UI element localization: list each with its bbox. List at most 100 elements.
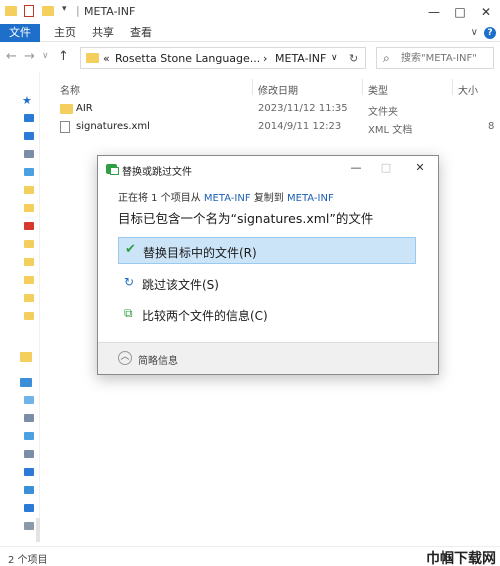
copy-line-middle: 复制到	[253, 193, 284, 204]
recent-locations-icon[interactable]: ∨	[42, 51, 49, 61]
search-box[interactable]: ⌕	[376, 47, 494, 69]
breadcrumb-parent[interactable]: Rosetta Stone Language...	[115, 52, 260, 65]
this-pc-icon[interactable]	[20, 378, 32, 387]
folder-icon	[5, 6, 17, 16]
objects-3d-icon[interactable]	[24, 396, 34, 404]
properties-icon[interactable]	[24, 5, 34, 17]
help-icon[interactable]: ?	[484, 27, 496, 39]
breadcrumb-separator[interactable]: ›	[263, 52, 267, 65]
source-folder-link[interactable]: META-INF	[204, 193, 251, 204]
up-button[interactable]: ↑	[58, 49, 69, 64]
title-separator: |	[76, 4, 80, 17]
downloads-icon[interactable]	[24, 132, 34, 140]
file-name: AIR	[76, 103, 93, 114]
column-separator[interactable]	[362, 79, 363, 95]
refresh-icon[interactable]: ↻	[349, 52, 358, 65]
check-icon: ✔	[125, 242, 136, 257]
file-type: XML 文档	[368, 125, 413, 136]
videos-icon[interactable]	[24, 414, 34, 422]
address-dropdown-icon[interactable]: ∨	[331, 53, 338, 63]
column-separator[interactable]	[252, 79, 253, 95]
xml-file-icon	[60, 121, 70, 133]
copy-progress-line: 正在将 1 个项目从 META-INF 复制到 META-INF	[118, 189, 334, 204]
tab-file[interactable]: 文件	[0, 24, 40, 42]
search-input[interactable]	[401, 51, 491, 66]
option-label: 比较两个文件的信息(C)	[142, 309, 268, 323]
quick-access-dropdown-icon[interactable]: ▾	[62, 4, 67, 18]
folder-icon[interactable]	[24, 276, 34, 284]
folder-icon[interactable]	[24, 240, 34, 248]
forward-button[interactable]: →	[24, 49, 35, 64]
documents-icon[interactable]	[24, 150, 34, 158]
fewer-details-link[interactable]: 简略信息	[138, 352, 178, 367]
close-button[interactable]: ✕	[472, 0, 500, 24]
folder-icon[interactable]	[24, 258, 34, 266]
column-header-date[interactable]: 修改日期	[258, 82, 298, 97]
title-bar: ▾ | META-INF — □ ✕	[0, 0, 500, 24]
column-header-type[interactable]: 类型	[368, 82, 388, 97]
address-bar[interactable]: « Rosetta Stone Language... › META-INF ∨…	[80, 47, 366, 69]
app-folder-icon[interactable]	[24, 222, 34, 230]
collapse-details-icon[interactable]: ︿	[118, 351, 132, 365]
breadcrumb-current[interactable]: META-INF	[275, 52, 326, 65]
skip-file-option[interactable]: ↻ 跳过该文件(S)	[118, 270, 416, 297]
desktop-icon[interactable]	[24, 114, 34, 122]
skip-icon: ↻	[124, 275, 135, 289]
music-icon[interactable]	[24, 486, 34, 494]
table-row[interactable]: AIR 2023/11/12 11:35 文件夹	[56, 100, 500, 118]
folder-icon[interactable]	[24, 204, 34, 212]
folder-icon[interactable]	[24, 186, 34, 194]
drive-icon[interactable]	[24, 522, 34, 530]
tab-home[interactable]: 主页	[50, 24, 80, 42]
dialog-maximize-button: □	[380, 161, 392, 174]
documents-icon[interactable]	[24, 450, 34, 458]
column-separator[interactable]	[452, 79, 453, 95]
compare-icon: ⧉	[124, 306, 133, 320]
dialog-close-button[interactable]: ✕	[410, 159, 430, 177]
item-count: 2 个项目	[8, 555, 48, 566]
folder-icon[interactable]	[24, 294, 34, 302]
search-icon: ⌕	[383, 51, 390, 65]
folder-icon[interactable]	[24, 312, 34, 320]
navigation-pane: ★	[0, 72, 40, 542]
minimize-button[interactable]: —	[420, 0, 448, 24]
back-button[interactable]: ←	[6, 49, 17, 64]
expand-ribbon-icon[interactable]: ∨	[471, 27, 478, 38]
column-header-size[interactable]: 大小	[458, 82, 478, 97]
address-overflow[interactable]: «	[103, 52, 110, 65]
copy-line-prefix: 正在将 1 个项目从	[118, 193, 201, 204]
folder-icon	[60, 104, 73, 114]
folder-icon[interactable]	[20, 352, 32, 362]
status-bar: 2 个项目 巾帼下载网	[0, 546, 500, 566]
copy-icon	[106, 164, 119, 175]
option-label: 跳过该文件(S)	[142, 278, 219, 292]
tab-share[interactable]: 共享	[88, 24, 118, 42]
destination-folder-link[interactable]: META-INF	[287, 193, 334, 204]
column-header-name[interactable]: 名称	[60, 82, 80, 97]
replace-file-option[interactable]: ✔ 替换目标中的文件(R)	[118, 237, 416, 264]
maximize-button[interactable]: □	[446, 0, 474, 24]
table-row[interactable]: signatures.xml 2014/9/11 12:23 XML 文档 8	[56, 118, 500, 136]
quick-access-star-icon[interactable]: ★	[22, 94, 32, 107]
replace-or-skip-dialog: 替换或跳过文件 — □ ✕ 正在将 1 个项目从 META-INF 复制到 ME…	[97, 155, 439, 375]
file-size: 8	[488, 121, 495, 132]
file-name: signatures.xml	[76, 121, 150, 132]
downloads-icon[interactable]	[24, 468, 34, 476]
watermark-logo: 巾帼下载网	[426, 551, 496, 566]
tab-view[interactable]: 查看	[126, 24, 156, 42]
window-title: META-INF	[84, 5, 136, 18]
nav-scrollbar[interactable]	[36, 518, 40, 542]
file-date: 2023/11/12 11:35	[258, 103, 348, 114]
pictures-icon[interactable]	[24, 168, 34, 176]
conflict-heading: 目标已包含一个名为“signatures.xml”的文件	[118, 211, 374, 226]
compare-files-option[interactable]: ⧉ 比较两个文件的信息(C)	[118, 301, 416, 328]
address-row: ← → ∨ ↑ « Rosetta Stone Language... › ME…	[0, 42, 500, 72]
pictures-icon[interactable]	[24, 432, 34, 440]
ribbon-tabs: 文件 主页 共享 查看 ∨ ?	[0, 24, 500, 42]
dialog-minimize-button[interactable]: —	[346, 159, 366, 177]
file-type: 文件夹	[368, 107, 398, 118]
desktop-icon[interactable]	[24, 504, 34, 512]
option-label: 替换目标中的文件(R)	[143, 246, 257, 260]
new-folder-icon[interactable]	[42, 6, 54, 16]
dialog-title: 替换或跳过文件	[122, 167, 192, 178]
